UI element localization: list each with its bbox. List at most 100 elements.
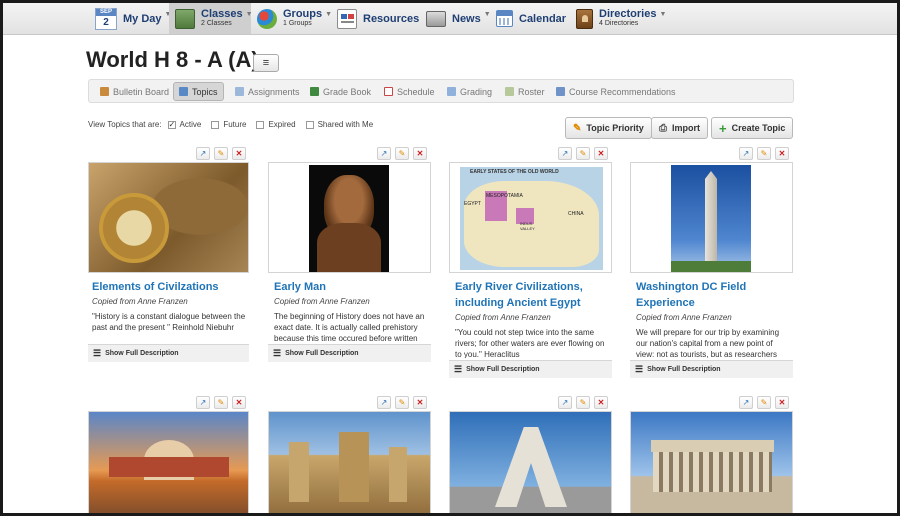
tab-course-recommendations[interactable]: Course Recommendations bbox=[551, 82, 681, 101]
filter-active[interactable]: ✓ Active bbox=[167, 120, 201, 129]
card-image-early-man[interactable] bbox=[268, 162, 431, 273]
show-full-description-button[interactable]: ☰ Show Full Description bbox=[88, 344, 249, 362]
share-icon[interactable]: ↗ bbox=[558, 396, 572, 409]
nav-calendar[interactable]: Calendar bbox=[496, 3, 566, 34]
page-title: World H 8 - A (A) bbox=[86, 47, 259, 72]
calendar-icon bbox=[496, 10, 513, 27]
tab-grade-book[interactable]: Grade Book bbox=[305, 82, 376, 101]
card-title[interactable]: Washington DC Field Experience bbox=[636, 279, 792, 311]
share-icon[interactable]: ↗ bbox=[739, 147, 753, 160]
tab-assignments[interactable]: Assignments bbox=[230, 82, 305, 101]
tab-roster[interactable]: Roster bbox=[500, 82, 550, 101]
card-tools: ↗ ✎ ✕ bbox=[558, 396, 608, 410]
map-label-egypt: EGYPT bbox=[464, 201, 481, 207]
tab-schedule[interactable]: Schedule bbox=[379, 82, 440, 101]
edit-pencil-icon[interactable]: ✎ bbox=[757, 396, 771, 409]
newspaper-icon bbox=[426, 10, 446, 27]
import-label: Import bbox=[672, 123, 700, 133]
tab-label: Bulletin Board bbox=[113, 86, 170, 97]
card-image-parthenon[interactable] bbox=[630, 411, 793, 513]
card-tools: ↗ ✎ ✕ bbox=[739, 396, 789, 410]
card-image-taj-mahal[interactable] bbox=[88, 411, 249, 513]
delete-x-icon[interactable]: ✕ bbox=[232, 147, 246, 160]
expand-lines-icon: ☰ bbox=[454, 364, 463, 374]
share-icon[interactable]: ↗ bbox=[196, 147, 210, 160]
delete-x-icon[interactable]: ✕ bbox=[594, 147, 608, 160]
show-full-description-button[interactable]: ☰ Show Full Description bbox=[449, 360, 612, 378]
delete-x-icon[interactable]: ✕ bbox=[775, 396, 789, 409]
edit-pencil-icon[interactable]: ✎ bbox=[757, 147, 771, 160]
tab-label: Grading bbox=[460, 86, 493, 97]
nav-groups-count: 1 Groups bbox=[283, 19, 312, 27]
plus-icon: + bbox=[719, 120, 727, 136]
share-icon[interactable]: ↗ bbox=[739, 396, 753, 409]
nav-groups[interactable]: Groups 1 Groups ▼ bbox=[257, 3, 332, 34]
course-recommendations-icon bbox=[556, 87, 565, 96]
tab-grading[interactable]: Grading bbox=[442, 82, 497, 101]
expired-checkbox[interactable] bbox=[256, 120, 265, 129]
tab-bulletin-board[interactable]: Bulletin Board bbox=[95, 82, 174, 101]
card-tools: ↗ ✎ ✕ bbox=[558, 147, 608, 161]
edit-pencil-icon[interactable]: ✎ bbox=[395, 396, 409, 409]
edit-pencil-icon[interactable]: ✎ bbox=[395, 147, 409, 160]
nav-resources-label: Resources bbox=[363, 12, 420, 25]
filter-expired[interactable]: Expired bbox=[256, 120, 296, 129]
chevron-down-icon: ▼ bbox=[245, 11, 253, 18]
nav-news[interactable]: News ▼ bbox=[426, 3, 491, 34]
show-full-description-button[interactable]: ☰ Show Full Description bbox=[268, 344, 431, 362]
card-image-persepolis[interactable] bbox=[268, 411, 431, 513]
shared-checkbox[interactable] bbox=[305, 120, 314, 129]
expand-lines-icon: ☰ bbox=[635, 364, 644, 374]
future-checkbox[interactable] bbox=[211, 120, 220, 129]
filter-label: Expired bbox=[268, 120, 296, 129]
card-title[interactable]: Early River Civilizations, including Anc… bbox=[455, 279, 611, 311]
share-icon[interactable]: ↗ bbox=[377, 147, 391, 160]
calendar-date-icon: SEP 2 bbox=[95, 7, 117, 30]
edit-pencil-icon[interactable]: ✎ bbox=[576, 396, 590, 409]
filter-future[interactable]: Future bbox=[211, 120, 246, 129]
card-tools: ↗ ✎ ✕ bbox=[196, 147, 246, 161]
share-icon[interactable]: ↗ bbox=[377, 396, 391, 409]
edit-pencil-icon[interactable]: ✎ bbox=[214, 147, 228, 160]
delete-x-icon[interactable]: ✕ bbox=[413, 147, 427, 160]
card-image-washington-monument[interactable] bbox=[630, 162, 793, 273]
create-topic-button[interactable]: + Create Topic bbox=[711, 117, 794, 139]
nav-news-label: News bbox=[452, 12, 481, 25]
card-description: "History is a constant dialogue between … bbox=[92, 312, 246, 332]
nav-classes[interactable]: Classes 2 Classes ▼ bbox=[169, 3, 253, 34]
card-copied-from: Copied from Anne Franzen bbox=[455, 313, 551, 322]
chevron-down-icon: ▼ bbox=[483, 11, 491, 18]
title-menu-button[interactable]: ≡ bbox=[253, 54, 279, 72]
share-icon[interactable]: ↗ bbox=[558, 147, 572, 160]
show-full-description-label: Show Full Description bbox=[466, 366, 540, 373]
card-copied-from: Copied from Anne Franzen bbox=[274, 297, 370, 306]
card-image-azadi-tower[interactable] bbox=[449, 411, 612, 513]
resources-icon bbox=[337, 8, 357, 29]
chevron-down-icon: ▼ bbox=[325, 11, 333, 18]
nav-my-day[interactable]: SEP 2 My Day ▼ bbox=[95, 3, 171, 34]
card-image-map-compass[interactable] bbox=[88, 162, 249, 273]
show-full-description-button[interactable]: ☰ Show Full Description bbox=[630, 360, 793, 378]
card-title[interactable]: Early Man bbox=[274, 279, 432, 295]
edit-pencil-icon[interactable]: ✎ bbox=[214, 396, 228, 409]
card-image-old-world-map[interactable]: EARLY STATES OF THE OLD WORLD EGYPT MESO… bbox=[449, 162, 612, 273]
active-checkbox[interactable]: ✓ bbox=[167, 120, 176, 129]
import-button[interactable]: ⎙ Import bbox=[651, 117, 708, 139]
delete-x-icon[interactable]: ✕ bbox=[232, 396, 246, 409]
topic-priority-button[interactable]: ✎ Topic Priority bbox=[565, 117, 652, 139]
pencil-icon: ✎ bbox=[573, 122, 582, 134]
filter-shared[interactable]: Shared with Me bbox=[305, 120, 373, 129]
nav-resources[interactable]: Resources bbox=[337, 3, 419, 34]
card-description: "You could not step twice into the same … bbox=[455, 328, 605, 358]
roster-icon bbox=[505, 87, 514, 96]
share-icon[interactable]: ↗ bbox=[196, 396, 210, 409]
nav-directories[interactable]: Directories 4 Directories ▼ bbox=[576, 3, 666, 34]
tab-topics[interactable]: Topics bbox=[173, 82, 224, 101]
map-label-china: CHINA bbox=[568, 211, 584, 217]
delete-x-icon[interactable]: ✕ bbox=[775, 147, 789, 160]
card-title[interactable]: Elements of Civilzations bbox=[92, 279, 250, 295]
delete-x-icon[interactable]: ✕ bbox=[413, 396, 427, 409]
card-tools: ↗ ✎ ✕ bbox=[739, 147, 789, 161]
edit-pencil-icon[interactable]: ✎ bbox=[576, 147, 590, 160]
delete-x-icon[interactable]: ✕ bbox=[594, 396, 608, 409]
